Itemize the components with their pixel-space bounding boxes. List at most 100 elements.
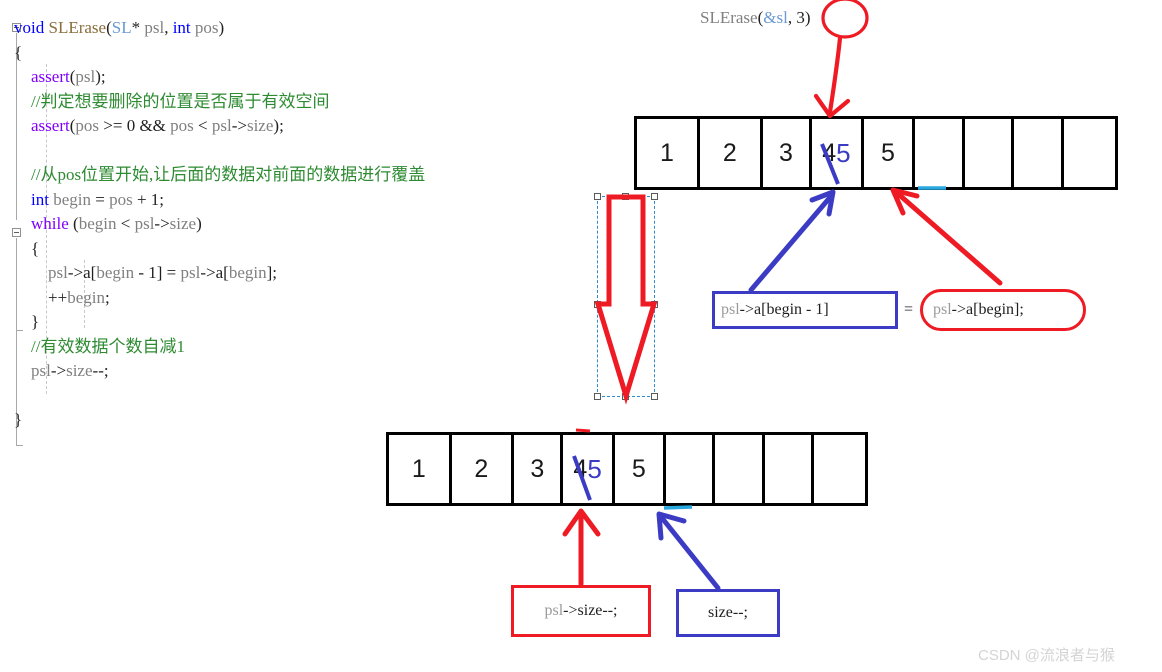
code-token: ->	[231, 116, 247, 135]
array-cell[interactable]: 1	[637, 119, 700, 187]
array-cell[interactable]	[965, 119, 1015, 187]
resize-handle-se[interactable]	[651, 393, 658, 400]
call-expression-label: SLErase(&sl, 3)	[700, 8, 811, 28]
array-cell-old-value: 5	[631, 454, 646, 483]
array-cell-old-value: 1	[659, 138, 674, 167]
code-token: //从pos位置开始,让后面的数据对前面的数据进行覆盖	[31, 165, 426, 184]
array-cell[interactable]	[715, 435, 765, 503]
callout-size-expr: size--;	[577, 602, 618, 619]
code-line: assert(pos >= 0 && pos < psl->size);	[14, 114, 425, 139]
array-cell[interactable]	[1064, 119, 1115, 187]
arrow-size-short-to-bottom-array-head	[656, 511, 687, 541]
code-token: )	[218, 18, 225, 37]
resize-handle-ne[interactable]	[651, 193, 658, 200]
arrow-size-to-bottom-array-head	[562, 508, 601, 537]
callout-src-arrow: ->	[951, 301, 967, 318]
array-cell[interactable]	[1014, 119, 1064, 187]
code-token: <	[120, 214, 135, 233]
array-cell[interactable]: 5	[615, 435, 666, 503]
callout-assign-destination[interactable]: psl -> a[begin - 1]	[712, 291, 898, 329]
source-code[interactable]: void SLErase(SL* psl, int pos) { assert(p…	[14, 16, 425, 433]
array-cell[interactable]: 2	[452, 435, 515, 503]
code-line: }	[14, 408, 425, 433]
code-line: assert(psl);	[14, 65, 425, 90]
array-bottom[interactable]: 123455	[386, 432, 868, 506]
code-line: }	[14, 310, 425, 335]
code-token: assert	[31, 67, 70, 86]
call-close-paren: )	[804, 8, 811, 27]
callout-size-short-expr: size--;	[708, 604, 748, 621]
code-line: {	[14, 237, 425, 262]
code-token: ;	[159, 189, 165, 209]
arrow-pos-to-cell-head	[813, 93, 851, 119]
array-cell[interactable]: 45	[812, 119, 864, 187]
code-line: while (begin < psl->size)	[14, 212, 425, 237]
array-cell-old-value: 2	[474, 454, 489, 483]
code-token: ->	[200, 263, 216, 282]
code-token: ++	[48, 287, 68, 307]
code-token: ;	[104, 287, 110, 307]
code-token: psl	[31, 361, 51, 380]
code-token: psl	[75, 67, 96, 86]
array-cell[interactable]: 45	[563, 435, 615, 503]
array-cell[interactable]	[765, 435, 814, 503]
array-cell-old-value: 1	[411, 454, 426, 483]
tick-bottom-array-top	[575, 428, 591, 433]
code-token: int	[172, 18, 195, 37]
code-line: ++begin;	[14, 286, 425, 311]
code-token: begin	[228, 263, 267, 282]
resize-handle-sw[interactable]	[594, 393, 601, 400]
code-token: begin	[53, 189, 96, 209]
code-token: pos	[109, 189, 137, 209]
array-cell[interactable]	[666, 435, 716, 503]
code-editor-pane: void SLErase(SL* psl, int pos) { assert(p…	[0, 0, 440, 470]
array-cell[interactable]	[814, 435, 865, 503]
array-top[interactable]: 123455	[634, 116, 1118, 190]
tick-bottom-array-size-marker	[663, 505, 693, 510]
array-cell[interactable]: 2	[700, 119, 763, 187]
resize-handle-n[interactable]	[622, 193, 629, 200]
code-token: }	[14, 312, 40, 331]
code-token: psl	[144, 18, 165, 37]
code-line: void SLErase(SL* psl, int pos)	[14, 16, 425, 41]
code-token: =	[95, 189, 110, 209]
watermark-label: CSDN @流浪者与猴	[978, 647, 1115, 664]
code-token: {	[14, 238, 40, 258]
code-token: ->	[154, 214, 170, 233]
code-token: psl	[211, 116, 232, 135]
array-cell-old-value: 3	[530, 454, 545, 483]
resize-handle-e[interactable]	[651, 301, 658, 308]
shape-selection-box[interactable]	[597, 196, 655, 397]
array-cell[interactable]: 1	[389, 435, 452, 503]
callout-size-ptr: psl	[544, 602, 564, 619]
callout-src-ptr: psl	[933, 301, 952, 318]
callout-dest-ptr: psl	[721, 301, 740, 318]
code-token: ];	[266, 263, 277, 282]
array-cell[interactable]: 3	[763, 119, 813, 187]
code-line: psl->size--;	[14, 359, 425, 384]
code-token: while	[31, 214, 74, 233]
code-token: 1	[148, 263, 157, 282]
callout-size-decrement-full[interactable]: psl -> size--;	[511, 585, 651, 637]
fold-end-tick-function	[16, 445, 23, 446]
resize-handle-nw[interactable]	[594, 193, 601, 200]
callout-assign-source[interactable]: psl -> a[begin];	[920, 289, 1086, 331]
resize-handle-w[interactable]	[594, 301, 601, 308]
arrow-dest-to-top-cell	[748, 192, 835, 293]
array-cell-new-value: 5	[587, 453, 602, 484]
array-cell[interactable]: 3	[514, 435, 564, 503]
code-token: begin	[78, 214, 121, 233]
code-token: pos	[75, 116, 104, 135]
arrow-src-to-top-cell	[893, 189, 1003, 286]
code-token: *	[131, 18, 145, 37]
callout-size-decrement-short[interactable]: size--;	[676, 589, 780, 637]
array-cell[interactable]	[915, 119, 965, 187]
array-cell[interactable]: 5	[864, 119, 916, 187]
call-name: SLErase	[700, 8, 758, 27]
resize-handle-s[interactable]	[622, 393, 629, 400]
